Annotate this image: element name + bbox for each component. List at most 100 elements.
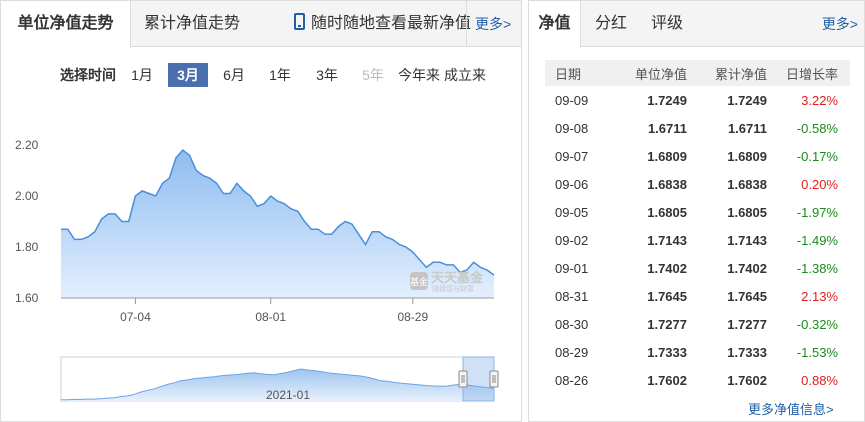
period-3y[interactable]: 3年 [314,63,340,87]
table-row: 09-08 1.6711 1.6711 -0.58% [545,114,850,142]
cell-daily-growth: 0.88% [801,372,838,388]
cell-date: 09-06 [555,176,589,192]
cell-daily-growth: -0.58% [796,120,838,136]
navigator-handle[interactable] [458,370,468,388]
header-cumulative-nav: 累计净值 [714,66,767,82]
nav-history-panel: 净值 分红 评级 更多> 日期 单位净值 累计净值 日增长率 09-09 1.72… [528,0,865,422]
series-area [61,150,494,298]
navigator-selection [462,356,495,402]
cell-daily-growth: -0.32% [796,316,838,332]
nav-trend-chart: 2.20 2.00 1.80 1.60 07-04 08-01 08-29 基金 天天基金… [15,138,499,402]
cell-date: 09-05 [555,204,589,220]
cell-date: 08-31 [555,288,589,304]
x-axis-labels: 07-04 08-01 08-29 [120,298,428,324]
right-tab-bar: 净值 分红 评级 更多> [529,1,864,48]
cell-date: 09-08 [555,120,589,136]
nav-history-table: 日期 单位净值 累计净值 日增长率 09-09 1.7249 1.7249 3.22%… [545,60,850,394]
x-tick-label: 07-04 [120,310,151,324]
range-navigator[interactable]: 2021-01 [60,356,499,402]
cell-unit-nav: 1.7645 [647,288,687,304]
y-tick-label: 1.60 [15,291,39,305]
cell-cumulative-nav: 1.7645 [727,288,767,304]
table-row: 08-31 1.7645 1.7645 2.13% [545,282,850,310]
cell-cumulative-nav: 1.7402 [727,260,767,276]
cell-date: 08-29 [555,344,589,360]
period-1m[interactable]: 1月 [129,63,155,87]
period-1y[interactable]: 1年 [267,63,293,87]
table-row: 08-30 1.7277 1.7277 -0.32% [545,310,850,338]
watermark-slogan: 随接您与财富 [432,284,474,293]
more-nav-info-link[interactable]: 更多净值信息> [748,399,834,418]
cell-date: 09-07 [555,148,589,164]
cell-daily-growth: -1.49% [796,232,838,248]
table-row: 09-05 1.6805 1.6805 -1.97% [545,198,850,226]
table-row: 08-26 1.7602 1.7602 0.88% [545,366,850,394]
tab-cumulative-nav-trend[interactable]: 累计净值走势 [144,1,240,47]
cell-cumulative-nav: 1.7143 [727,232,767,248]
tab-rating[interactable]: 评级 [651,1,683,47]
period-6m[interactable]: 6月 [221,63,247,87]
left-more-link[interactable]: 更多> [466,1,511,47]
header-daily-growth: 日增长率 [785,66,838,82]
mobile-promo-label: 随时随地查看最新净值 [311,15,472,32]
cell-unit-nav: 1.7602 [647,372,687,388]
cell-unit-nav: 1.7143 [647,232,687,248]
tab-nav[interactable]: 净值 [529,1,581,48]
cell-date: 09-01 [555,260,589,276]
cell-daily-growth: -1.38% [796,260,838,276]
cell-cumulative-nav: 1.6838 [727,176,767,192]
cell-unit-nav: 1.6838 [647,176,687,192]
table-row: 09-06 1.6838 1.6838 0.20% [545,170,850,198]
cell-cumulative-nav: 1.6711 [727,120,767,136]
cell-unit-nav: 1.6805 [647,204,687,220]
cell-cumulative-nav: 1.7277 [727,316,767,332]
cell-date: 09-02 [555,232,589,248]
cell-cumulative-nav: 1.7333 [727,344,767,360]
cell-unit-nav: 1.7333 [647,344,687,360]
mobile-promo-link[interactable]: 随时随地查看最新净值 [294,1,471,47]
mobile-phone-icon [294,13,305,30]
cell-cumulative-nav: 1.6809 [727,148,767,164]
cell-cumulative-nav: 1.7249 [727,92,767,108]
x-tick-label: 08-01 [255,310,286,324]
cell-daily-growth: -1.53% [796,344,838,360]
watermark: 基金 天天基金 随接您与财富 [410,270,484,293]
cell-daily-growth: 2.13% [801,288,838,304]
period-3m[interactable]: 3月 [168,63,208,87]
header-date: 日期 [555,66,582,82]
tab-dividend[interactable]: 分红 [595,1,627,47]
cell-cumulative-nav: 1.7602 [727,372,767,388]
cell-date: 08-30 [555,316,589,332]
cell-unit-nav: 1.7277 [647,316,687,332]
table-header-row: 日期 单位净值 累计净值 日增长率 [545,60,850,86]
y-tick-label: 2.00 [15,189,39,203]
cell-daily-growth: -0.17% [796,148,838,164]
cell-unit-nav: 1.7402 [647,260,687,276]
header-unit-nav: 单位净值 [634,66,687,82]
navigator-handle[interactable] [489,370,499,388]
period-ytd[interactable]: 今年来 [397,63,441,87]
y-axis-labels: 2.20 2.00 1.80 1.60 [15,138,39,305]
right-more-link[interactable]: 更多> [822,1,858,47]
cell-unit-nav: 1.7249 [647,92,687,108]
period-5y: 5年 [362,67,384,83]
period-selector-label: 选择时间 [60,67,116,83]
table-row: 09-09 1.7249 1.7249 3.22% [545,86,850,114]
watermark-logo-text: 基金 [410,276,428,288]
tab-unit-nav-trend[interactable]: 单位净值走势 [1,1,131,48]
cell-daily-growth: 3.22% [801,92,838,108]
table-row: 09-01 1.7402 1.7402 -1.38% [545,254,850,282]
y-tick-label: 2.20 [15,138,39,152]
table-row: 09-02 1.7143 1.7143 -1.49% [545,226,850,254]
main-plot-area [61,149,495,299]
watermark-brand: 天天基金 [431,270,484,286]
left-tab-bar: 单位净值走势 累计净值走势 随时随地查看最新净值 更多> [1,1,521,48]
cell-unit-nav: 1.6711 [647,120,687,136]
cell-date: 09-09 [555,92,589,108]
x-tick-label: 08-29 [397,310,428,324]
cell-daily-growth: -1.97% [796,204,838,220]
navigator-date-label: 2021-01 [266,388,310,402]
y-tick-label: 1.80 [15,240,39,254]
nav-trend-panel: 单位净值走势 累计净值走势 随时随地查看最新净值 更多> 选择时间 1月 3月 … [0,0,522,422]
period-since-inception[interactable]: 成立来 [443,63,487,87]
